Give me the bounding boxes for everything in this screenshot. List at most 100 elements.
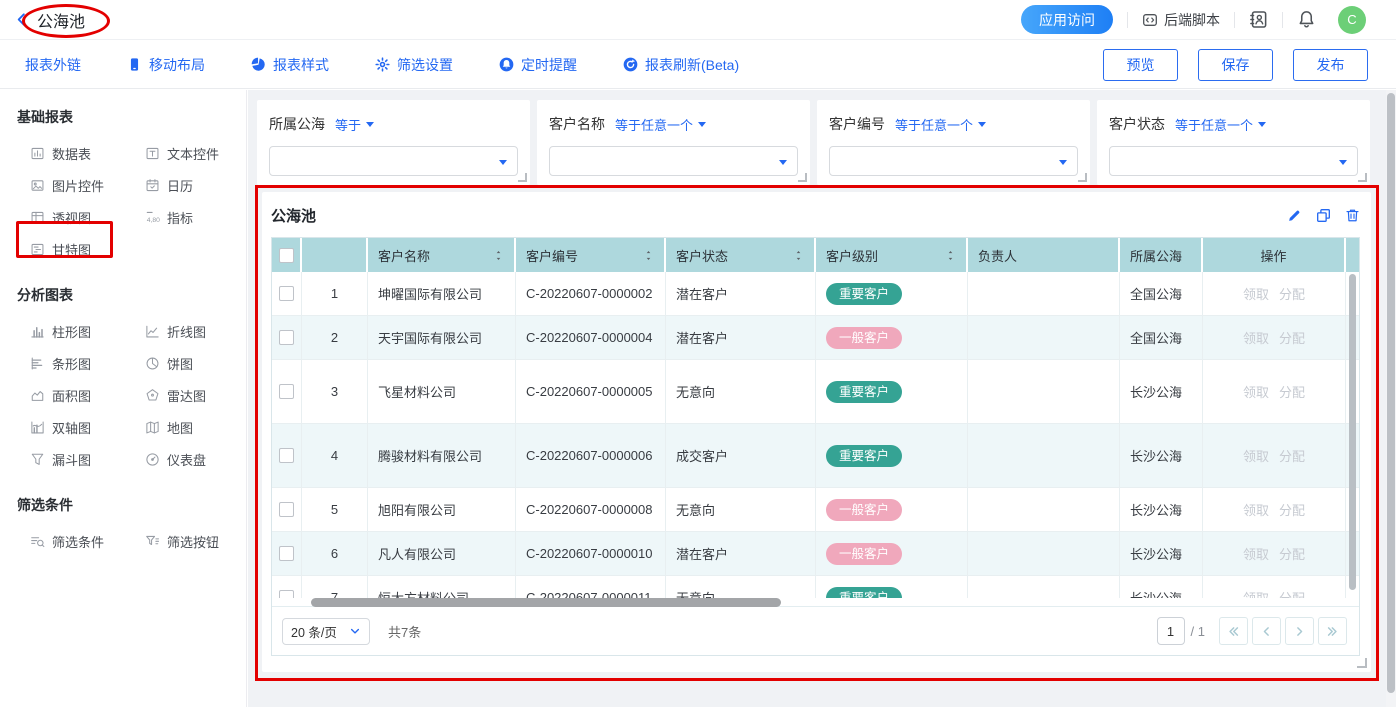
row-action-link[interactable]: 领取 <box>1243 544 1269 563</box>
sidebar-item-area-chart[interactable]: 面积图 <box>30 379 145 411</box>
sidebar-item-gauge[interactable]: 仪表盘 <box>145 443 260 475</box>
row-action-link[interactable]: 领取 <box>1243 284 1269 303</box>
row-action-link[interactable]: 分配 <box>1279 284 1305 303</box>
row-action-link[interactable]: 分配 <box>1279 588 1305 598</box>
sidebar-item-pivot[interactable]: 透视图 <box>30 201 145 233</box>
sidebar-item-indicator[interactable]: 4,80指标 <box>145 201 260 233</box>
back-icon[interactable] <box>14 12 29 27</box>
filter-operator-dropdown[interactable]: 等于任意一个 <box>615 115 706 134</box>
row-checkbox[interactable] <box>279 502 294 517</box>
row-action-link[interactable]: 领取 <box>1243 382 1269 401</box>
horizontal-scrollbar[interactable] <box>311 598 781 607</box>
prev-page-button[interactable] <box>1252 617 1281 645</box>
select-all-checkbox[interactable] <box>279 248 294 263</box>
header-cell-customer-status[interactable]: 客户状态 <box>666 238 816 272</box>
row-checkbox[interactable] <box>279 448 294 463</box>
page-size-select[interactable]: 20 条/页 <box>282 618 370 645</box>
filter-value-select[interactable] <box>1109 146 1358 176</box>
backend-script-button[interactable]: 后端脚本 <box>1142 10 1220 30</box>
cell-owner <box>968 576 1120 598</box>
row-action-link[interactable]: 领取 <box>1243 500 1269 519</box>
sidebar-item-gantt[interactable]: 甘特图 <box>30 233 145 265</box>
row-index: 4 <box>331 448 338 463</box>
header-cell-customer-name[interactable]: 客户名称 <box>368 238 516 272</box>
row-action-link[interactable]: 分配 <box>1279 382 1305 401</box>
sidebar-item-map[interactable]: 地图 <box>145 411 260 443</box>
preview-button[interactable]: 预览 <box>1103 49 1178 81</box>
column-label: 客户编号 <box>526 246 578 265</box>
page-scrollbar-thumb[interactable] <box>1387 93 1395 693</box>
tab-mobile-layout[interactable]: 移动布局 <box>127 55 205 75</box>
filter-value-select[interactable] <box>549 146 798 176</box>
cell-checkbox <box>272 316 302 359</box>
row-action-link[interactable]: 领取 <box>1243 588 1269 598</box>
edit-icon[interactable] <box>1287 208 1302 223</box>
avatar[interactable]: C <box>1338 6 1366 34</box>
sidebar-item-column-chart[interactable]: 柱形图 <box>30 315 145 347</box>
pool: 长沙公海 <box>1130 446 1182 465</box>
filter-field-label: 客户编号 <box>829 114 885 134</box>
filter-resize-handle[interactable] <box>798 173 807 182</box>
filter-operator-dropdown[interactable]: 等于任意一个 <box>895 115 986 134</box>
tab-report-refresh[interactable]: 报表刷新(Beta) <box>623 55 739 75</box>
row-action-link[interactable]: 领取 <box>1243 328 1269 347</box>
tab-filter-settings[interactable]: 筛选设置 <box>375 55 453 75</box>
row-action-link[interactable]: 分配 <box>1279 500 1305 519</box>
sidebar-item-dual-axis-chart[interactable]: 双轴图 <box>30 411 145 443</box>
sort-icon[interactable] <box>493 249 504 262</box>
sidebar-item-pie-chart[interactable]: 饼图 <box>145 347 260 379</box>
filter-resize-handle[interactable] <box>1358 173 1367 182</box>
filter-resize-handle[interactable] <box>518 173 527 182</box>
current-page-input[interactable]: 1 <box>1157 617 1185 645</box>
tab-scheduled-reminder[interactable]: 定时提醒 <box>499 55 577 75</box>
delete-icon[interactable] <box>1345 208 1360 223</box>
row-action-link[interactable]: 分配 <box>1279 328 1305 347</box>
sidebar-item-radar-chart[interactable]: 雷达图 <box>145 379 260 411</box>
sort-icon[interactable] <box>643 249 654 262</box>
first-page-button[interactable] <box>1219 617 1248 645</box>
filter-value-select[interactable] <box>269 146 518 176</box>
sidebar-item-filter-condition[interactable]: 筛选条件 <box>30 525 145 557</box>
header-cell-customer-code[interactable]: 客户编号 <box>516 238 666 272</box>
copy-icon[interactable] <box>1316 208 1331 223</box>
caret-down-icon <box>779 160 787 165</box>
widget-resize-handle[interactable] <box>1357 658 1367 668</box>
row-checkbox[interactable] <box>279 590 294 598</box>
row-checkbox[interactable] <box>279 384 294 399</box>
next-page-button[interactable] <box>1285 617 1314 645</box>
sidebar-item-label: 双轴图 <box>52 418 91 437</box>
row-checkbox[interactable] <box>279 286 294 301</box>
row-checkbox[interactable] <box>279 546 294 561</box>
sidebar-item-funnel-chart[interactable]: 漏斗图 <box>30 443 145 475</box>
area-chart-icon <box>30 388 45 403</box>
sidebar-item-filter-button[interactable]: 筛选按钮 <box>145 525 260 557</box>
sidebar-item-data-table[interactable]: 数据表 <box>30 137 145 169</box>
row-action-link[interactable]: 领取 <box>1243 446 1269 465</box>
sidebar-item-bar-chart[interactable]: 条形图 <box>30 347 145 379</box>
sidebar-item-image-widget[interactable]: 图片控件 <box>30 169 145 201</box>
tab-report-external-link[interactable]: 报表外链 <box>25 55 81 75</box>
contacts-icon[interactable] <box>1249 10 1268 29</box>
header-cell-customer-level[interactable]: 客户级别 <box>816 238 968 272</box>
row-action-link[interactable]: 分配 <box>1279 446 1305 465</box>
vertical-scrollbar[interactable] <box>1349 274 1356 590</box>
pagination: 1 / 1 <box>1157 617 1347 645</box>
bell-icon[interactable] <box>1297 10 1316 29</box>
row-action-link[interactable]: 分配 <box>1279 544 1305 563</box>
filter-value-select[interactable] <box>829 146 1078 176</box>
last-page-button[interactable] <box>1318 617 1347 645</box>
row-checkbox[interactable] <box>279 330 294 345</box>
publish-button[interactable]: 发布 <box>1293 49 1368 81</box>
sidebar-item-line-chart[interactable]: 折线图 <box>145 315 260 347</box>
sidebar-item-calendar[interactable]: 日历 <box>145 169 260 201</box>
filter-operator-dropdown[interactable]: 等于 <box>335 115 374 134</box>
sort-icon[interactable] <box>793 249 804 262</box>
app-access-button[interactable]: 应用访问 <box>1021 5 1113 34</box>
cell-customer-code: C-20220607-0000010 <box>516 532 666 575</box>
sidebar-item-text-widget[interactable]: 文本控件 <box>145 137 260 169</box>
tab-report-style[interactable]: 报表样式 <box>251 55 329 75</box>
filter-operator-dropdown[interactable]: 等于任意一个 <box>1175 115 1266 134</box>
filter-resize-handle[interactable] <box>1078 173 1087 182</box>
save-button[interactable]: 保存 <box>1198 49 1273 81</box>
sort-icon[interactable] <box>945 249 956 262</box>
